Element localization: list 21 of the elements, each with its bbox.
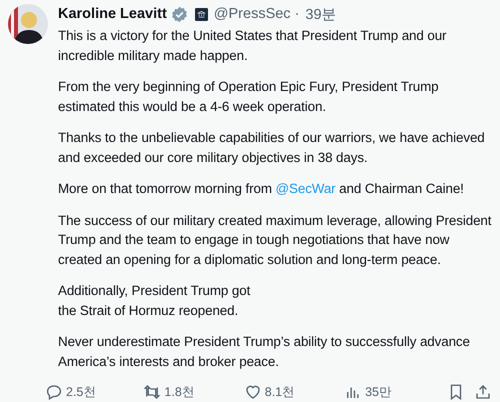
tweet-paragraph: This is a victory for the United States that President Trump and our incredible military made happen. — [58, 27, 448, 65]
action-count: 8.1천 — [264, 384, 296, 400]
action-count: 1.8천 — [164, 384, 195, 400]
tweet-paragraph: The success of our military created maximum leverage, allowing President Trump and the team to engage in tough negotiations that have now created an opening for a diplomatic solution and long-term peace. — [58, 212, 492, 269]
share-icon[interactable] — [474, 383, 492, 401]
tweet-paragraph: More on that tomorrow morning from @SecWar and Chairman Caine! — [58, 180, 465, 198]
tweet-paragraph: Thanks to the unbelievable capabilities of our warriors, we have achieved and exceeded our core military objectives in 38 days. — [58, 129, 486, 167]
tweet-paragraph: From the very beginning of Operation Epic Fury, President Trump estimated this would be a 4-6 week operation. — [58, 78, 440, 116]
separator-dot: · — [294, 6, 300, 22]
tweet-paragraph: Additionally, President Trump got the Strait of Hormuz reopened. — [58, 282, 252, 320]
heart-icon[interactable] — [244, 383, 262, 401]
organization-icon — [194, 8, 208, 20]
author-name[interactable]: Karoline Leavitt — [58, 6, 167, 22]
action-count: 2.5천 — [66, 384, 96, 400]
tweet-paragraph: Never underestimate President Trump’s ability to successfully advance America’s interests and broker peace. — [58, 333, 471, 371]
action-count: 35만 — [365, 384, 392, 400]
repost-icon[interactable] — [143, 383, 162, 401]
avatar[interactable] — [8, 4, 48, 44]
author-handle[interactable]: @PressSec — [214, 6, 291, 22]
post-time[interactable]: 39분 — [305, 4, 337, 24]
reply-icon[interactable] — [45, 383, 63, 401]
